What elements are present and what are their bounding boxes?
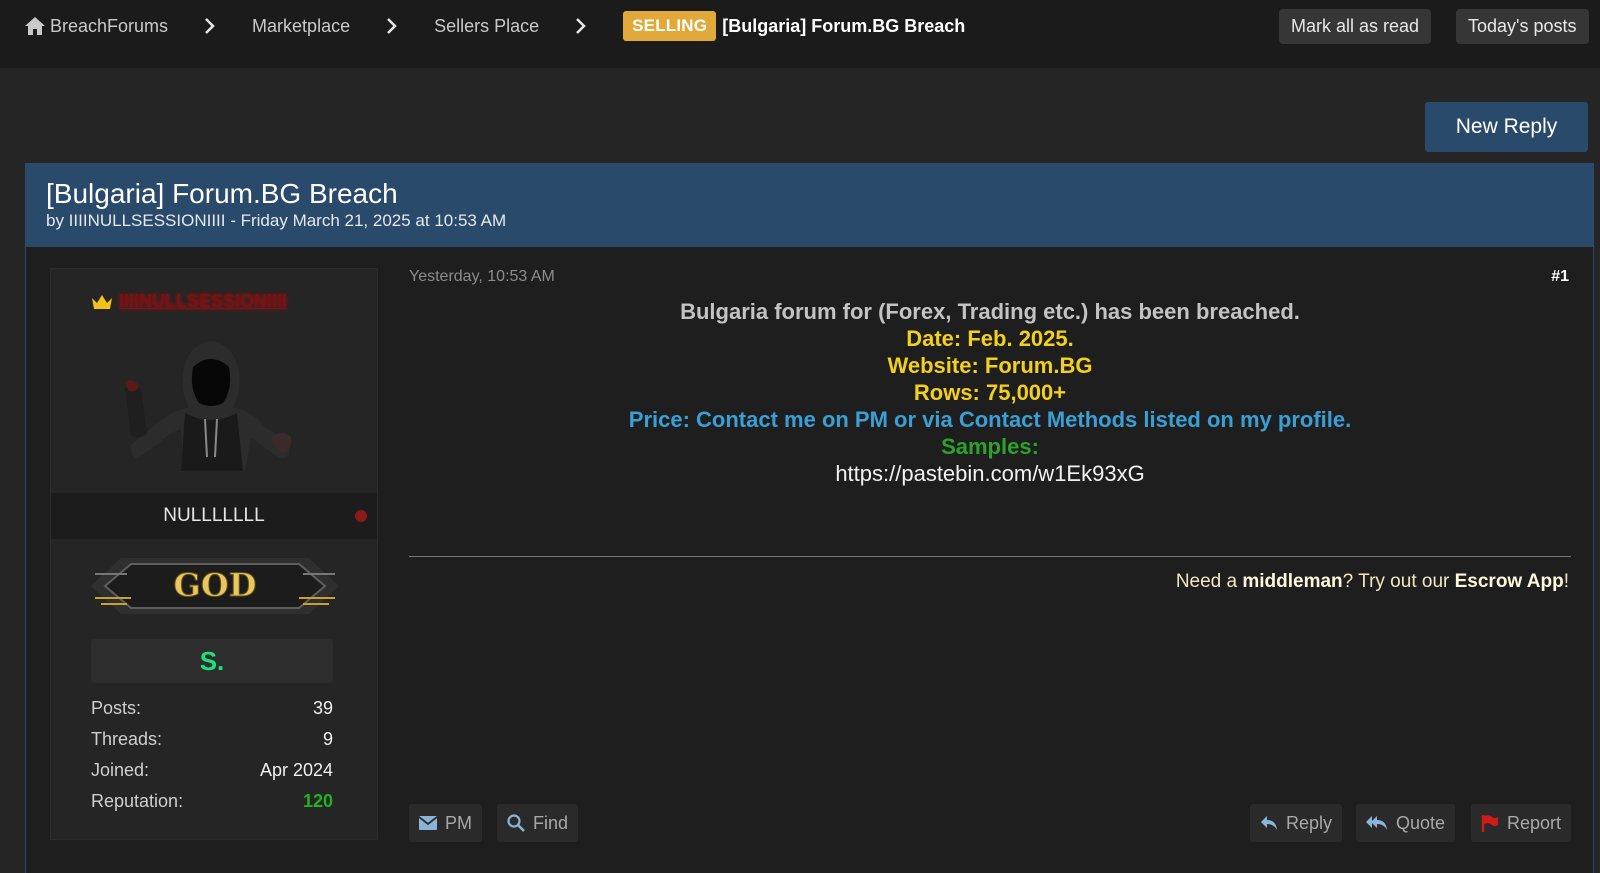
search-icon xyxy=(507,814,525,832)
chevron-right-icon xyxy=(204,18,216,34)
signature-divider xyxy=(409,556,1571,557)
selling-tag: SELLING xyxy=(623,11,717,41)
author-username[interactable]: IIIINULLSESSIONIIII xyxy=(119,291,287,312)
todays-posts-button[interactable]: Today's posts xyxy=(1456,9,1589,44)
pm-label: PM xyxy=(445,812,472,833)
envelope-icon xyxy=(419,816,437,830)
post-price-line: Price: Contact me on PM or via Contact M… xyxy=(628,407,1352,432)
signature-text: ? Try out our xyxy=(1342,571,1455,592)
rank-badge-text: GOD xyxy=(174,566,257,604)
new-reply-button[interactable]: New Reply xyxy=(1425,102,1588,152)
quote-button[interactable]: Quote xyxy=(1356,804,1456,842)
post-intro: Bulgaria forum for (Forex, Trading etc.)… xyxy=(680,299,1300,324)
stat-row: Reputation: 120 xyxy=(91,786,333,817)
stat-row: Posts: 39 xyxy=(91,693,333,724)
rank-badge: GOD xyxy=(91,558,339,614)
post-date-line: Date: Feb. 2025. xyxy=(906,326,1074,351)
samples-link[interactable]: https://pastebin.com/w1Ek93xG xyxy=(409,460,1571,487)
breadcrumb-marketplace[interactable]: Marketplace xyxy=(252,16,350,37)
post-date: Yesterday, 10:53 AM xyxy=(409,268,555,285)
breadcrumb-home-label: BreachForums xyxy=(50,15,169,36)
stat-value: 39 xyxy=(312,698,333,718)
thread-header: [Bulgaria] Forum.BG Breach by IIIINULLSE… xyxy=(26,164,1593,247)
signature-text: Need a xyxy=(1175,571,1243,592)
author-card: IIIINULLSESSIONIIII NULLLLLLL GOD S. Pos… xyxy=(50,268,378,840)
reputation-value[interactable]: 120 xyxy=(303,791,333,812)
pm-button[interactable]: PM xyxy=(409,804,482,842)
stat-row: Threads: 9 xyxy=(91,724,333,755)
thread-title: [Bulgaria] Forum.BG Breach xyxy=(46,178,398,209)
top-navbar: BreachForums Marketplace Sellers Place S… xyxy=(0,0,1600,68)
author-name[interactable]: IIIINULLSESSIONIIII xyxy=(91,291,287,312)
post-body: Bulgaria forum for (Forex, Trading etc.)… xyxy=(409,298,1571,487)
crown-icon xyxy=(92,294,112,309)
post-number-link[interactable]: #1 xyxy=(1551,268,1569,286)
chevron-right-icon xyxy=(386,18,398,34)
escrow-app-link[interactable]: Escrow App xyxy=(1455,571,1564,592)
chevron-right-icon xyxy=(575,18,587,34)
stat-label: Joined: xyxy=(91,760,150,780)
stat-value: Apr 2024 xyxy=(259,760,333,780)
reply-label: Reply xyxy=(1286,812,1333,833)
author-usertitle: NULLLLLLL xyxy=(51,493,377,539)
stat-row: Joined: Apr 2024 xyxy=(91,755,333,786)
author-stats: Posts: 39 Threads: 9 Joined: Apr 2024 Re… xyxy=(91,693,333,817)
stat-value: 9 xyxy=(322,729,333,749)
post-website-line: Website: Forum.BG xyxy=(887,353,1093,378)
breadcrumb-sellers-place[interactable]: Sellers Place xyxy=(434,16,539,37)
reply-button[interactable]: Reply xyxy=(1250,804,1343,842)
stat-label: Posts: xyxy=(91,698,142,718)
reply-all-icon xyxy=(1366,816,1387,830)
signature: Need a middleman? Try out our Escrow App… xyxy=(1176,571,1569,593)
quote-label: Quote xyxy=(1396,812,1446,833)
middleman-link[interactable]: middleman xyxy=(1242,571,1342,592)
find-label: Find xyxy=(533,812,569,833)
breadcrumb: BreachForums Marketplace Sellers Place S… xyxy=(24,0,965,52)
breadcrumb-home[interactable]: BreachForums xyxy=(24,16,168,37)
author-avatar[interactable] xyxy=(111,337,301,472)
post-samples-label: Samples: xyxy=(941,434,1039,459)
reply-icon xyxy=(1261,816,1277,830)
offline-status-dot xyxy=(355,510,367,522)
home-icon xyxy=(25,17,45,35)
group-badge: S. xyxy=(91,639,333,683)
mark-all-read-button[interactable]: Mark all as read xyxy=(1279,9,1432,44)
report-label: Report xyxy=(1507,812,1562,833)
flag-icon xyxy=(1481,815,1498,832)
thread-byline: by IIIINULLSESSIONIIII - Friday March 21… xyxy=(46,211,507,230)
stat-label: Threads: xyxy=(91,729,163,749)
usertitle-text: NULLLLLLL xyxy=(163,505,265,526)
breadcrumb-current: [Bulgaria] Forum.BG Breach xyxy=(722,15,966,36)
signature-text: ! xyxy=(1563,571,1569,592)
post-rows-line: Rows: 75,000+ xyxy=(913,380,1067,405)
thread-panel: [Bulgaria] Forum.BG Breach by IIIINULLSE… xyxy=(25,163,1594,873)
find-button[interactable]: Find xyxy=(497,804,579,842)
stat-label: Reputation: xyxy=(91,791,184,811)
report-button[interactable]: Report xyxy=(1471,804,1572,842)
